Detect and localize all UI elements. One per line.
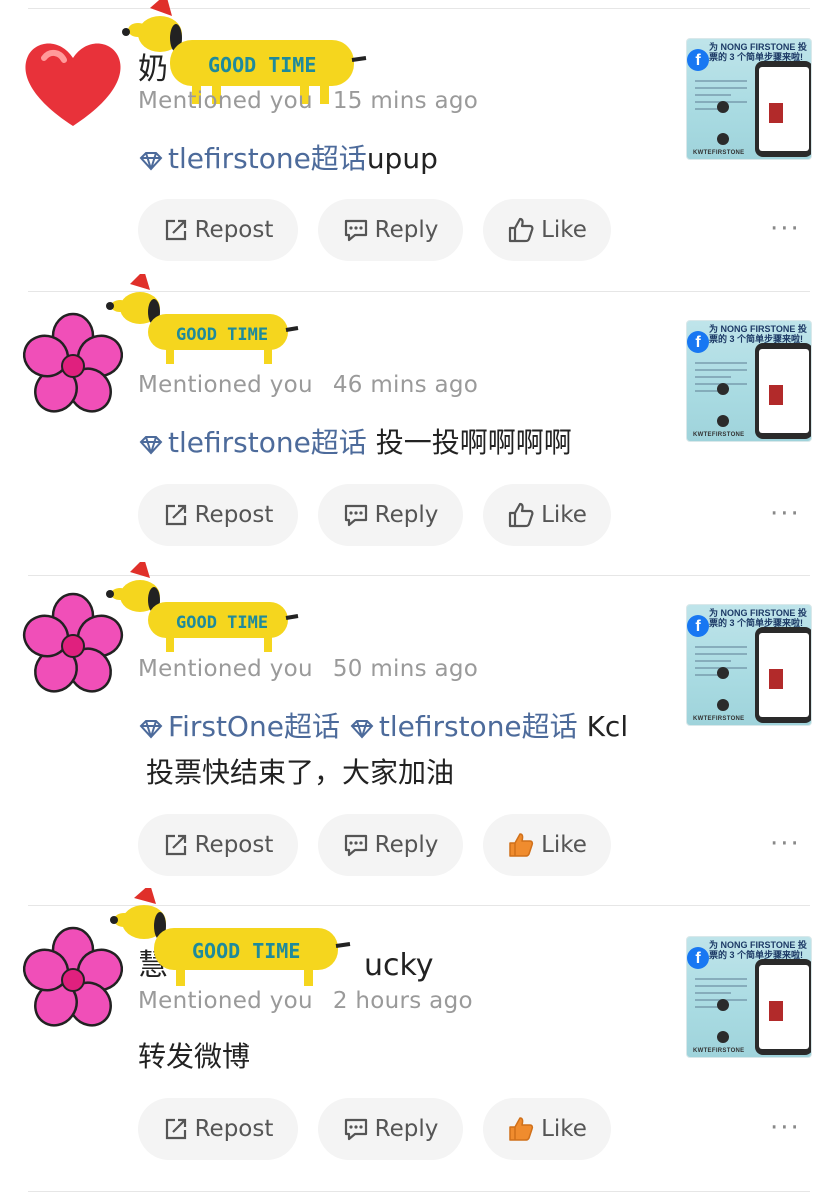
dog-sticker: GOOD TIME — [106, 274, 299, 364]
post-text-line2: 投票快结束了，大家加油 — [146, 756, 455, 789]
reply-button[interactable]: Reply — [318, 484, 463, 546]
repost-button[interactable]: Repost — [138, 814, 298, 876]
thumbnail-footer: KWTEFIRSTONE — [693, 150, 745, 156]
mentioned-label: Mentioned you — [138, 372, 313, 398]
more-icon[interactable]: ··· — [770, 829, 801, 859]
sticker-label: GOOD TIME — [176, 613, 268, 633]
more-icon[interactable]: ··· — [770, 214, 801, 244]
post-text: tlefirstone超话upup — [138, 136, 678, 182]
like-icon-active — [509, 1117, 534, 1141]
dog-sticker: GOOD TIME — [106, 562, 299, 652]
topic-diamond-icon — [350, 720, 374, 739]
topic-diamond-icon — [139, 720, 163, 739]
dog-sticker: GOOD TIME — [110, 888, 351, 986]
thumbnail-footer: KWTEFIRSTONE — [693, 716, 745, 722]
avatar[interactable] — [20, 28, 126, 134]
thumbnail-title: 为 NONG FIRSTONE 投票的 3 个简单步骤来啦! — [709, 42, 807, 62]
thumbnail-footer: KWTEFIRSTONE — [693, 432, 745, 438]
sticker-label: GOOD TIME — [208, 53, 316, 77]
more-icon[interactable]: ··· — [770, 499, 801, 529]
reply-icon — [344, 834, 367, 857]
post-text: FirstOne超话 tlefirstone超话 Kcl 投票快结束了，大家加油 — [138, 704, 678, 796]
sticker-label: GOOD TIME — [176, 325, 268, 345]
topic-link[interactable]: tlefirstone超话 — [138, 142, 367, 175]
repost-button[interactable]: Repost — [138, 199, 298, 261]
facebook-icon: f — [687, 615, 709, 637]
like-icon — [508, 217, 534, 243]
like-button[interactable]: Like — [483, 814, 611, 876]
repost-icon — [165, 1118, 186, 1140]
timestamp: 50 mins ago — [332, 656, 479, 682]
thumbnail-footer: KWTEFIRSTONE — [693, 1048, 745, 1054]
repost-button[interactable]: Repost — [138, 1098, 298, 1160]
facebook-icon: f — [687, 331, 709, 353]
facebook-icon: f — [687, 49, 709, 71]
divider — [28, 1191, 810, 1192]
timestamp: 2 hours ago — [332, 988, 473, 1014]
mentioned-label: Mentioned you — [138, 88, 313, 114]
post-thumbnail[interactable]: f 为 NONG FIRSTONE 投票的 3 个简单步骤来啦! KWTEFIR… — [686, 320, 812, 442]
post-thumbnail[interactable]: f 为 NONG FIRSTONE 投票的 3 个简单步骤来啦! KWTEFIR… — [686, 38, 812, 160]
meta-line: Mentioned you 15 mins ago — [138, 88, 478, 114]
reply-button[interactable]: Reply — [318, 814, 463, 876]
topic-link[interactable]: tlefirstone超话 — [349, 710, 578, 743]
facebook-icon: f — [687, 947, 709, 969]
topic-diamond-icon — [139, 152, 163, 171]
reply-icon — [344, 219, 367, 242]
heart-avatar — [25, 43, 121, 126]
mentioned-label: Mentioned you — [138, 988, 313, 1014]
sticker-label: GOOD TIME — [192, 939, 300, 963]
like-button[interactable]: Like — [483, 1098, 611, 1160]
repost-icon — [165, 219, 186, 241]
meta-line: Mentioned you 50 mins ago — [138, 656, 478, 682]
topic-diamond-icon — [139, 436, 163, 455]
meta-line: Mentioned you 46 mins ago — [138, 372, 478, 398]
like-button[interactable]: Like — [483, 484, 611, 546]
post-text: tlefirstone超话 投一投啊啊啊啊 — [138, 420, 678, 466]
topic-link[interactable]: tlefirstone超话 — [138, 426, 367, 459]
thumbnail-title: 为 NONG FIRSTONE 投票的 3 个简单步骤来啦! — [709, 940, 807, 960]
meta-line: Mentioned you 2 hours ago — [138, 988, 473, 1014]
like-button[interactable]: Like — [483, 199, 611, 261]
repost-icon — [165, 504, 186, 526]
post-thumbnail[interactable]: f 为 NONG FIRSTONE 投票的 3 个简单步骤来啦! KWTEFIR… — [686, 604, 812, 726]
repost-icon — [165, 834, 186, 856]
timestamp: 15 mins ago — [332, 88, 479, 114]
thumbnail-title: 为 NONG FIRSTONE 投票的 3 个简单步骤来啦! — [709, 324, 807, 344]
reply-icon — [344, 1118, 367, 1141]
like-icon — [508, 502, 534, 528]
thumbnail-title: 为 NONG FIRSTONE 投票的 3 个简单步骤来啦! — [709, 608, 807, 628]
like-icon-active — [509, 833, 534, 857]
topic-link[interactable]: FirstOne超话 — [138, 710, 340, 743]
post-text: 转发微博 — [138, 1040, 251, 1073]
more-icon[interactable]: ··· — [770, 1113, 801, 1143]
repost-button[interactable]: Repost — [138, 484, 298, 546]
post-thumbnail[interactable]: f 为 NONG FIRSTONE 投票的 3 个简单步骤来啦! KWTEFIR… — [686, 936, 812, 1058]
reply-button[interactable]: Reply — [318, 199, 463, 261]
reply-button[interactable]: Reply — [318, 1098, 463, 1160]
reply-icon — [344, 504, 367, 527]
mentioned-label: Mentioned you — [138, 656, 313, 682]
timestamp: 46 mins ago — [332, 372, 479, 398]
